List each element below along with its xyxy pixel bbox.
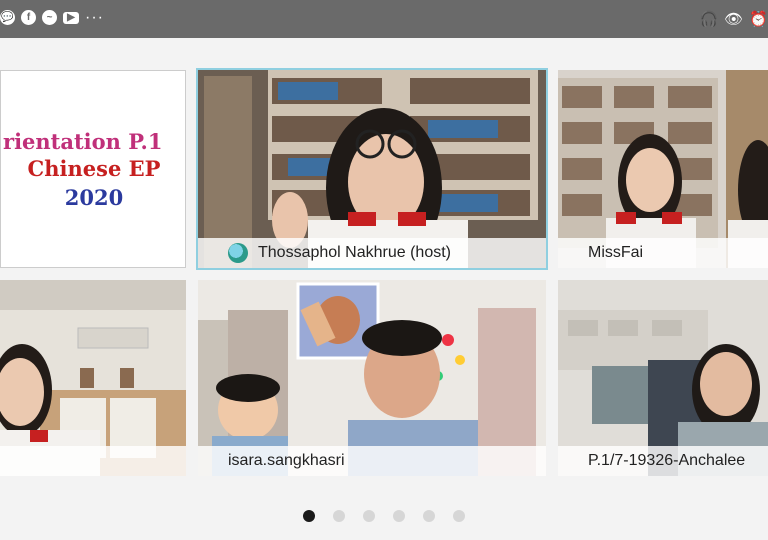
- page-dot[interactable]: [363, 510, 375, 522]
- page-dot[interactable]: [303, 510, 315, 522]
- messenger-icon: ~: [42, 10, 57, 25]
- participant-name: MissFai: [588, 244, 644, 261]
- participant-tile-anchalee[interactable]: P.1/7-19326-Anchalee: [558, 280, 768, 476]
- slide-title-line1: rientation P.1: [3, 129, 163, 154]
- page-dot[interactable]: [423, 510, 435, 522]
- more-notifications-icon: ···: [85, 8, 104, 26]
- participant-name: Thossaphol Nakhrue (host): [258, 244, 451, 261]
- host-badge-icon: [228, 243, 248, 263]
- participant-name-bar: isara.sangkhasri: [198, 446, 546, 476]
- alarm-icon: ⏰: [749, 11, 768, 28]
- slide-title-line2: Chinese EP: [27, 156, 161, 181]
- participant-name-bar: [0, 446, 186, 476]
- slide-title-line3: 2020: [64, 185, 124, 210]
- participant-name-bar: Thossaphol Nakhrue (host): [198, 238, 546, 268]
- page-dot[interactable]: [333, 510, 345, 522]
- chat-icon: 💬: [0, 10, 15, 25]
- participant-tile-host[interactable]: Thossaphol Nakhrue (host): [196, 68, 548, 270]
- youtube-icon: ▶: [63, 11, 79, 24]
- eye-icon: 👁: [724, 11, 744, 28]
- shared-slide-tile[interactable]: rientation P.1 Chinese EP 2020: [0, 70, 186, 268]
- participant-name-bar: MissFai: [558, 238, 768, 268]
- page-dot[interactable]: [393, 510, 405, 522]
- headset-icon: 🎧: [699, 11, 719, 28]
- participant-tile-isara[interactable]: isara.sangkhasri: [198, 280, 546, 476]
- page-dot[interactable]: [453, 510, 465, 522]
- status-bar: 💬 f ~ ▶ ··· 🎧 👁 ⏰: [0, 0, 768, 38]
- participant-name: isara.sangkhasri: [228, 452, 345, 469]
- participant-name: P.1/7-19326-Anchalee: [588, 452, 746, 469]
- participant-name-bar: P.1/7-19326-Anchalee: [558, 446, 768, 476]
- participant-tile-missfai[interactable]: MissFai: [558, 70, 768, 268]
- facebook-icon: f: [21, 10, 36, 25]
- participant-tile-unnamed[interactable]: [0, 280, 186, 476]
- page-indicator: [0, 510, 768, 522]
